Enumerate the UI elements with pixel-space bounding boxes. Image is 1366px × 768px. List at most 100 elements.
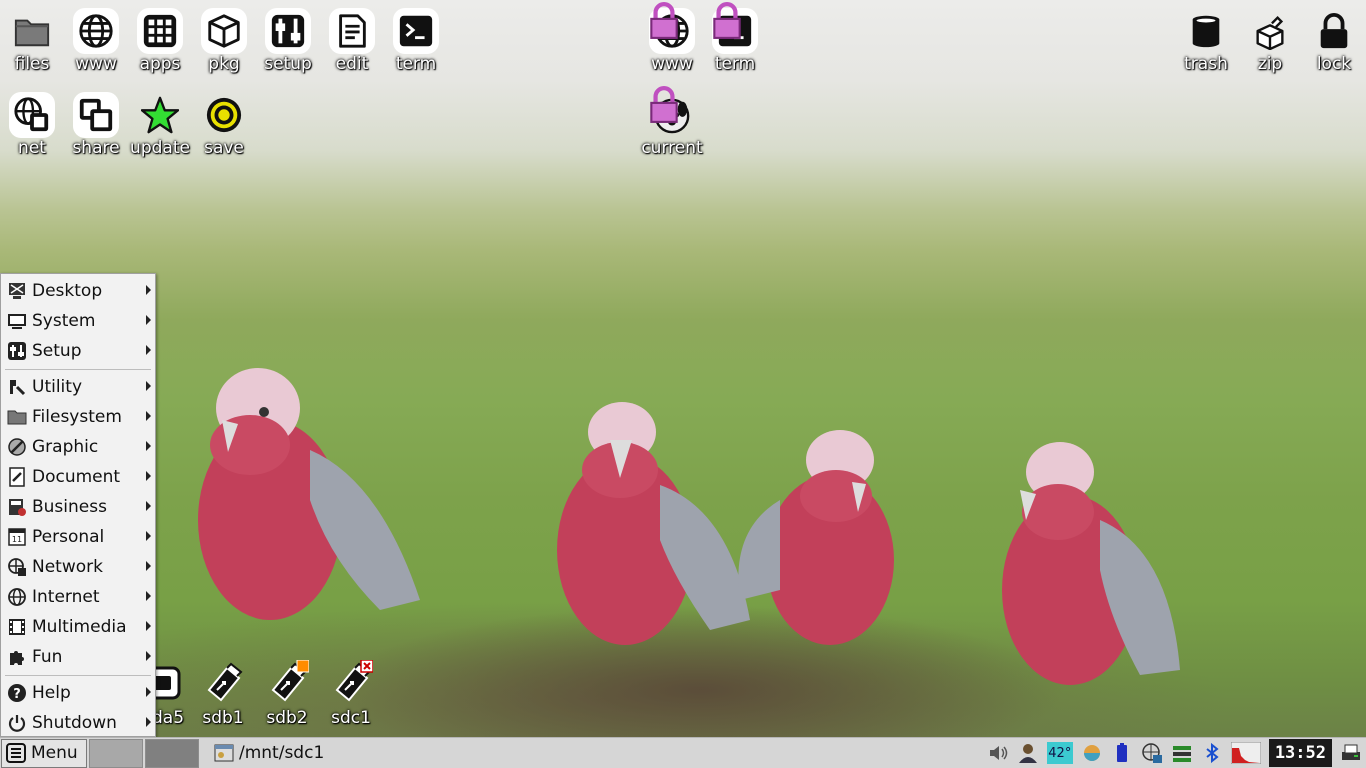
- share-windows-icon: [73, 92, 119, 138]
- desktop-icon-label: update: [130, 138, 190, 158]
- desktop-icon-apps[interactable]: apps: [128, 8, 192, 74]
- menu-item-label: Business: [32, 497, 107, 517]
- wallpaper-galah-birds: [198, 368, 1180, 685]
- trash-bin-icon: [1183, 8, 1229, 54]
- submenu-arrow-icon: [146, 717, 151, 727]
- menu-item-shutdown[interactable]: Shutdown: [1, 708, 155, 738]
- submenu-arrow-icon: [146, 345, 151, 355]
- menu-item-document[interactable]: Document: [1, 462, 155, 492]
- printer-icon[interactable]: [1340, 742, 1362, 764]
- desktop-icon: [6, 280, 28, 302]
- desktop-icon-label: pkg: [208, 54, 240, 74]
- usb-drive-icon: [201, 660, 245, 704]
- desktop-icon-files[interactable]: files: [0, 8, 64, 74]
- menu-item-network[interactable]: Network: [1, 552, 155, 582]
- power-icon: [6, 712, 28, 734]
- submenu-arrow-icon: [146, 531, 151, 541]
- desktop-icon-label: edit: [335, 54, 369, 74]
- workspace-2[interactable]: [145, 738, 199, 768]
- taskbar-window-button[interactable]: /mnt/sdc1: [213, 742, 324, 764]
- desktop-icon-www-locked[interactable]: www: [640, 2, 704, 74]
- drive-sdb2[interactable]: sdb2: [256, 659, 318, 728]
- drive-label: sdb1: [202, 708, 244, 728]
- desktop-icon-pkg[interactable]: pkg: [192, 8, 256, 74]
- setup-icon: [6, 340, 28, 362]
- submenu-arrow-icon: [146, 501, 151, 511]
- workspace-1[interactable]: [89, 738, 143, 768]
- drive-sdc1[interactable]: sdc1: [320, 659, 382, 728]
- color-ball-icon[interactable]: [1081, 742, 1103, 764]
- submenu-arrow-icon: [146, 471, 151, 481]
- menu-item-graphic[interactable]: Graphic: [1, 432, 155, 462]
- desktop-icon-edit[interactable]: edit: [320, 8, 384, 74]
- submenu-arrow-icon: [146, 441, 151, 451]
- network-status-icon[interactable]: [1141, 742, 1163, 764]
- menu-item-desktop[interactable]: Desktop: [1, 276, 155, 306]
- menu-button[interactable]: Menu: [1, 738, 87, 768]
- submenu-arrow-icon: [146, 561, 151, 571]
- folder-icon: [9, 8, 55, 54]
- menu-item-label: Utility: [32, 377, 83, 397]
- folder-icon: [6, 406, 28, 428]
- package-box-icon: [201, 8, 247, 54]
- taskbar: Menu /mnt/sdc1 42° 13:52: [0, 737, 1366, 768]
- battery-icon[interactable]: [1111, 742, 1133, 764]
- menu-item-internet[interactable]: Internet: [1, 582, 155, 612]
- globe-icon: [73, 8, 119, 54]
- submenu-arrow-icon: [146, 621, 151, 631]
- menu-item-label: Filesystem: [32, 407, 122, 427]
- menu-item-label: Network: [32, 557, 103, 577]
- desktop-icon-label: share: [72, 138, 120, 158]
- temperature-badge[interactable]: 42°: [1046, 742, 1073, 764]
- desktop-icon-label: zip: [1257, 54, 1283, 74]
- menu-item-utility[interactable]: Utility: [1, 372, 155, 402]
- user-icon[interactable]: [1017, 742, 1039, 764]
- system-tray: 42° 13:52: [983, 738, 1366, 768]
- menu-item-help[interactable]: ? Help: [1, 678, 155, 708]
- star-icon: [137, 92, 183, 138]
- desktop-icon-trash[interactable]: trash: [1174, 8, 1238, 74]
- submenu-arrow-icon: [146, 285, 151, 295]
- puzzle-icon: [6, 646, 28, 668]
- film-icon: [6, 616, 28, 638]
- storage-status-icon[interactable]: [1171, 742, 1193, 764]
- desktop-icon-share[interactable]: share: [64, 92, 128, 158]
- locked-puppy-icon: [649, 86, 695, 138]
- desktop-icon-term[interactable]: term: [384, 8, 448, 74]
- menu-item-system[interactable]: System: [1, 306, 155, 336]
- desktop-icon-label: setup: [264, 54, 312, 74]
- desktop-icon-label: current: [641, 138, 703, 158]
- svg-text:?: ?: [13, 687, 21, 702]
- menu-item-business[interactable]: Business: [1, 492, 155, 522]
- submenu-arrow-icon: [146, 651, 151, 661]
- desktop-icon-zip[interactable]: zip: [1238, 8, 1302, 74]
- submenu-arrow-icon: [146, 687, 151, 697]
- clock[interactable]: 13:52: [1268, 739, 1332, 767]
- cpu-graph-icon[interactable]: [1230, 742, 1261, 764]
- menu-item-filesystem[interactable]: Filesystem: [1, 402, 155, 432]
- menu-item-label: Graphic: [32, 437, 99, 457]
- menu-item-label: Multimedia: [32, 617, 127, 637]
- file-manager-icon: [214, 744, 234, 762]
- desktop-icon-www[interactable]: www: [64, 8, 128, 74]
- menu-item-fun[interactable]: Fun: [1, 642, 155, 672]
- locked-terminal-icon: [712, 2, 758, 54]
- desktop-icon-net[interactable]: net: [0, 92, 64, 158]
- desktop-icon-update[interactable]: update: [128, 92, 192, 158]
- desktop-icon-current[interactable]: current: [640, 86, 704, 158]
- menu-item-multimedia[interactable]: Multimedia: [1, 612, 155, 642]
- desktop-icon-save[interactable]: save: [192, 92, 256, 158]
- menu-item-setup[interactable]: Setup: [1, 336, 155, 366]
- desktop-icon-term-locked[interactable]: term: [703, 2, 767, 74]
- volume-icon[interactable]: [987, 742, 1009, 764]
- desktop-icon-setup[interactable]: setup: [256, 8, 320, 74]
- globe-icon: [6, 586, 28, 608]
- bluetooth-icon[interactable]: [1201, 742, 1223, 764]
- apps-grid-icon: [137, 8, 183, 54]
- menu-item-personal[interactable]: 11 Personal: [1, 522, 155, 552]
- sliders-icon: [265, 8, 311, 54]
- drive-sdb1[interactable]: sdb1: [192, 660, 254, 728]
- desktop-icon-lock[interactable]: lock: [1302, 8, 1366, 74]
- menu-item-label: Help: [32, 683, 71, 703]
- monitor-icon: [6, 310, 28, 332]
